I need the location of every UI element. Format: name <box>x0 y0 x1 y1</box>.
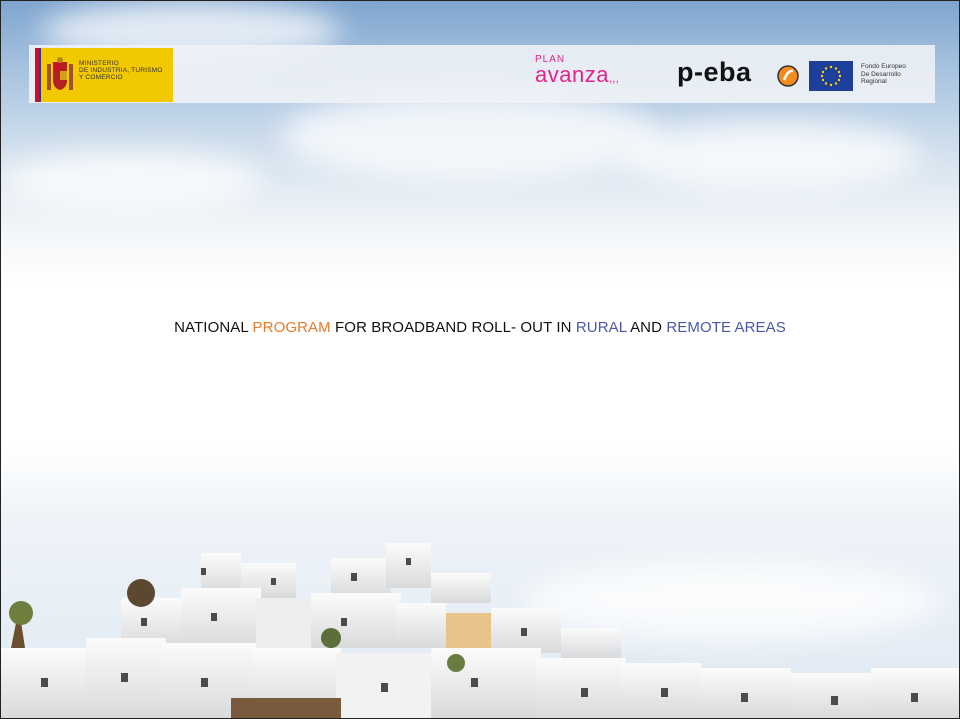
ministry-line-3: Y COMERCIO <box>79 74 123 81</box>
ministry-line-1: MINISTERIO <box>79 60 119 67</box>
eu-flag-icon <box>809 61 853 91</box>
peba-logo: p-eba <box>677 57 752 87</box>
title-word-program: PROGRAM <box>252 319 331 336</box>
slide-title: NATIONAL PROGRAM FOR BROADBAND ROLL- OUT… <box>1 319 959 336</box>
title-words-remote-areas: REMOTE AREAS <box>666 319 786 336</box>
title-part-5: AND <box>626 319 667 336</box>
title-part-1: NATIONAL <box>174 319 253 336</box>
ministry-logo: MINISTERIO DE INDUSTRIA, TURISMO Y COMER… <box>35 48 173 102</box>
avanza-label: avanza <box>535 62 609 87</box>
cloud <box>281 91 661 181</box>
peba-icon <box>777 65 799 87</box>
ministry-line-2: DE INDUSTRIA, TURISMO <box>79 67 163 74</box>
title-word-rural: RURAL <box>575 319 627 336</box>
cloud <box>1 151 261 211</box>
eu-fund-label: Fondo Europeo De Desarrollo Regional <box>861 63 906 86</box>
eu-line-3: Regional <box>861 78 887 85</box>
coat-of-arms-icon <box>47 57 73 90</box>
village-illustration <box>1 543 959 718</box>
flag-stripe-blue <box>39 48 41 102</box>
avanza-dots: ,,, <box>608 71 619 85</box>
eu-line-1: Fondo Europeo <box>861 63 906 70</box>
ministry-name: MINISTERIO DE INDUSTRIA, TURISMO Y COMER… <box>79 60 163 81</box>
title-part-3: FOR BROADBAND ROLL- OUT IN <box>330 319 576 336</box>
cloud <box>621 121 921 191</box>
eu-line-2: De Desarrollo <box>861 70 901 78</box>
plan-avanza-logo: PLAN avanza,,, <box>535 55 619 87</box>
slide: MINISTERIO DE INDUSTRIA, TURISMO Y COMER… <box>0 0 960 719</box>
